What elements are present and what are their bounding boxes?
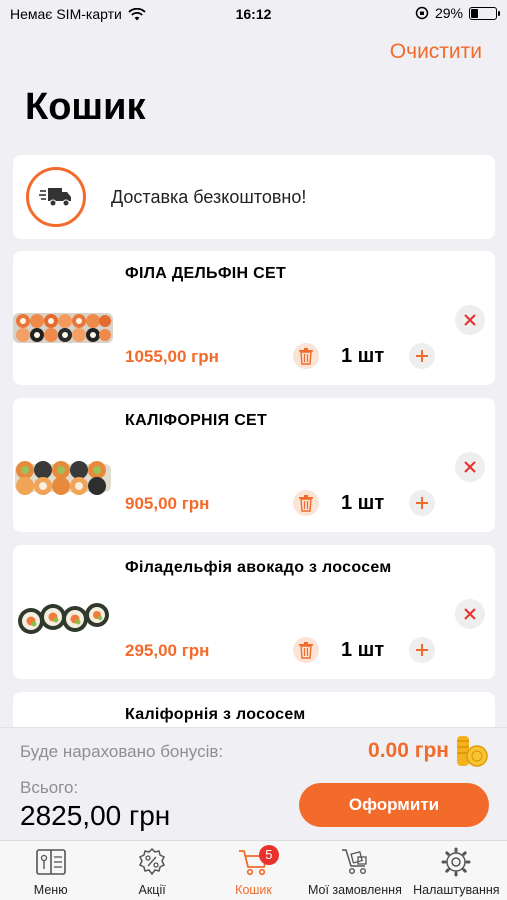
bonus-value: 0.00 грн <box>368 739 449 762</box>
tab-my-orders[interactable]: Мої замовлення <box>304 841 405 900</box>
coins-icon <box>457 736 488 767</box>
rotation-lock-icon <box>415 6 429 20</box>
delivery-truck-icon <box>26 167 86 227</box>
increase-quantity-button[interactable] <box>409 637 435 663</box>
orders-cart-icon <box>341 849 367 875</box>
tab-settings[interactable]: Налаштування <box>406 841 507 900</box>
product-image <box>13 313 113 343</box>
tab-label: Мої замовлення <box>307 883 402 897</box>
battery-fill <box>471 8 478 18</box>
tab-label: Кошик <box>235 883 272 897</box>
product-image <box>15 461 111 495</box>
item-name: Філадельфія авокадо з лососем <box>125 559 392 576</box>
trash-icon[interactable] <box>293 637 319 663</box>
remove-item-button[interactable] <box>455 305 485 335</box>
tab-label: Меню <box>33 883 68 897</box>
battery-percent: 29% <box>434 5 463 21</box>
tab-cart[interactable]: 5 Кошик <box>203 841 304 900</box>
product-image <box>18 603 109 634</box>
item-quantity: 1 шт <box>341 345 385 367</box>
increase-quantity-button[interactable] <box>409 343 435 369</box>
menu-book-icon <box>35 849 66 875</box>
page-title: Кошик <box>25 86 146 128</box>
clear-cart-button[interactable]: Очистити <box>390 40 482 64</box>
item-name: ФІЛА ДЕЛЬФІН СЕТ <box>125 265 287 282</box>
remove-item-button[interactable] <box>455 452 485 482</box>
cart-count-badge: 5 <box>258 845 279 865</box>
item-price: 1055,00 грн <box>125 347 219 366</box>
cart-item: ФІЛА ДЕЛЬФІН СЕТ 1055,00 грн 1 шт <box>13 251 495 385</box>
discount-icon <box>139 847 166 876</box>
status-right: 29% <box>415 5 500 21</box>
status-bar: Немає SIM-карти 16:12 29% <box>0 0 507 28</box>
plus-icon <box>416 350 428 362</box>
plus-icon <box>416 644 428 656</box>
delivery-text: Доставка безкоштовно! <box>111 187 307 207</box>
trash-icon[interactable] <box>293 343 319 369</box>
close-icon <box>464 608 476 620</box>
item-name: КАЛІФОРНІЯ СЕТ <box>125 412 268 429</box>
increase-quantity-button[interactable] <box>409 490 435 516</box>
item-price: 905,00 грн <box>125 494 210 513</box>
checkout-button[interactable]: Оформити <box>299 783 489 827</box>
total-label: Всього: <box>20 778 79 797</box>
cart-item: Каліфорнія з лососем <box>13 692 495 727</box>
item-name: Каліфорнія з лососем <box>125 706 306 723</box>
cart-item: КАЛІФОРНІЯ СЕТ 905,00 грн 1 шт <box>13 398 495 532</box>
remove-item-button[interactable] <box>455 599 485 629</box>
tab-label: Налаштування <box>413 883 500 897</box>
delivery-info-card: Доставка безкоштовно! <box>13 155 495 239</box>
close-icon <box>464 461 476 473</box>
gear-icon <box>441 847 471 877</box>
tab-label: Акції <box>138 883 166 897</box>
close-icon <box>464 314 476 326</box>
trash-icon[interactable] <box>293 490 319 516</box>
plus-icon <box>416 497 428 509</box>
item-quantity: 1 шт <box>341 492 385 514</box>
total-value: 2825,00 грн <box>20 800 171 831</box>
bonus-label: Буде нараховано бонусів: <box>20 742 224 761</box>
battery-icon <box>469 6 500 20</box>
tab-bar: Меню Акції 5 Кошик Мої замовлення Налашт… <box>0 840 507 900</box>
cart-summary: Буде нараховано бонусів: 0.00 грн Всього… <box>0 727 507 839</box>
item-quantity: 1 шт <box>341 639 385 661</box>
cart-item: Філадельфія авокадо з лососем 295,00 грн… <box>13 545 495 679</box>
tab-menu[interactable]: Меню <box>0 841 101 900</box>
item-price: 295,00 грн <box>125 641 210 660</box>
tab-promotions[interactable]: Акції <box>101 841 202 900</box>
